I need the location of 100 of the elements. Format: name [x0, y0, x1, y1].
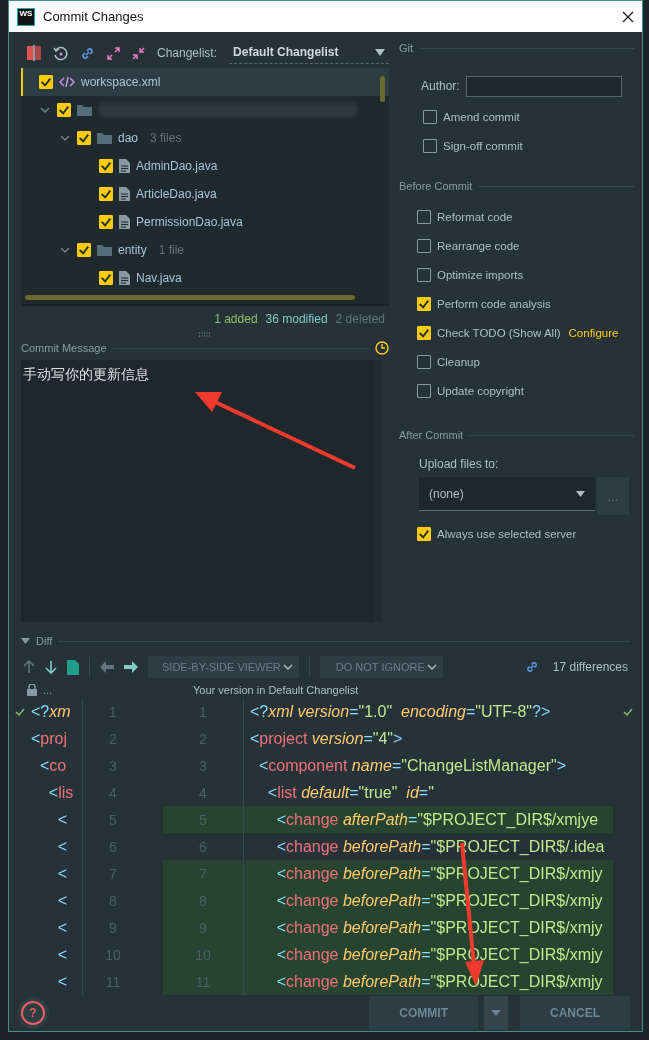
checkbox[interactable]	[417, 238, 431, 253]
checkbox[interactable]	[99, 187, 113, 201]
section-title: Git	[399, 42, 414, 54]
scrollbar[interactable]	[380, 76, 385, 102]
option-label[interactable]: Cleanup	[437, 355, 480, 368]
file-name: AdminDao.java	[136, 159, 218, 173]
document-icon	[119, 187, 130, 201]
link-icon[interactable]	[524, 660, 539, 674]
checkbox[interactable]	[417, 296, 431, 311]
option-label[interactable]: Optimize imports	[437, 268, 524, 281]
option-label[interactable]: Sign-off commit	[443, 139, 523, 152]
option-label[interactable]: Amend commit	[443, 110, 520, 123]
change-count: 2 deleted	[335, 312, 385, 328]
diff-caption: Your version in Default Changelist	[193, 684, 359, 696]
code-line: <	[56, 864, 67, 883]
file-name: entity	[118, 243, 147, 257]
file-name: dao	[118, 131, 139, 145]
checkbox[interactable]	[99, 271, 113, 285]
window-title: Commit Changes	[43, 9, 144, 24]
differences-count: 17 differences	[552, 660, 628, 674]
collapse-icon[interactable]	[132, 46, 145, 60]
author-label: Author:	[421, 79, 460, 93]
checkbox[interactable]	[77, 243, 91, 257]
diff-icon[interactable]	[27, 45, 41, 61]
file-name: Nav.java	[136, 271, 182, 285]
checkbox[interactable]	[423, 109, 437, 124]
option-label[interactable]: Perform code analysis	[437, 297, 551, 310]
scrollbar[interactable]	[25, 295, 355, 300]
commit-message-label: Commit Message	[21, 342, 107, 354]
code-line: <?xm	[31, 702, 71, 721]
file-name: workspace.xml	[81, 75, 161, 89]
caret-icon	[576, 490, 585, 497]
commit-options-button[interactable]	[484, 996, 508, 1030]
clock-icon[interactable]	[375, 341, 389, 355]
checkbox[interactable]	[39, 75, 53, 89]
up-arrow-icon[interactable]	[23, 660, 35, 674]
left-arrow-icon[interactable]	[100, 661, 114, 673]
caret-icon	[375, 48, 385, 56]
diff-title: Diff	[36, 635, 53, 647]
line-number: 9	[163, 914, 243, 941]
checkbox[interactable]	[417, 267, 431, 282]
checkbox[interactable]	[57, 103, 71, 117]
help-button[interactable]: ?	[21, 1001, 45, 1025]
option-label[interactable]: Always use selected server	[437, 527, 577, 540]
checkbox[interactable]	[99, 215, 113, 229]
changelist-dropdown[interactable]: Default Changelist	[229, 42, 389, 64]
code-line: <change beforePath="$PROJECT_DIR$/.idea	[275, 836, 606, 857]
tree-row[interactable]: workspace.xml	[21, 68, 389, 96]
down-arrow-icon[interactable]	[45, 660, 57, 674]
tree-row[interactable]: PermissionDao.java	[21, 208, 389, 236]
code-line: <	[56, 972, 67, 991]
checkbox[interactable]	[417, 383, 431, 398]
right-arrow-icon[interactable]	[124, 661, 138, 673]
option-label[interactable]: Update copyright	[437, 384, 524, 397]
collapse-arrow-icon[interactable]	[21, 638, 30, 644]
commit-message-field[interactable]: 手动写你的更新信息	[21, 360, 381, 622]
option-label[interactable]: Reformat code	[437, 210, 513, 223]
tree-row[interactable]: dao 3 files	[21, 124, 389, 152]
checkbox[interactable]	[417, 526, 431, 541]
code-line: <?xml version="1.0" encoding="UTF-8"?>	[249, 701, 552, 722]
checkbox[interactable]	[423, 138, 437, 153]
chevron-icon[interactable]	[59, 134, 71, 142]
code-line: <	[56, 837, 67, 856]
rollback-icon[interactable]	[53, 45, 68, 61]
close-icon[interactable]	[622, 10, 634, 23]
document-icon	[119, 215, 130, 229]
tree-row[interactable]: entity 1 file	[21, 236, 389, 264]
lock-icon	[27, 684, 37, 696]
check-icon	[622, 707, 633, 716]
code-line: <	[56, 945, 67, 964]
option-label[interactable]: Rearrange code	[437, 239, 520, 252]
checkbox[interactable]	[99, 159, 113, 173]
server-dropdown[interactable]: (none)	[419, 477, 595, 511]
upload-label: Upload files to:	[419, 457, 500, 471]
chevron-icon[interactable]	[59, 246, 71, 254]
option-label[interactable]: Check TODO (Show All)	[437, 326, 561, 339]
code-tag-icon	[59, 76, 75, 88]
code-line: <lis	[47, 783, 74, 802]
link-icon[interactable]	[80, 45, 95, 61]
file-icon[interactable]	[67, 659, 79, 675]
splitter-handle[interactable]	[198, 331, 212, 337]
chevron-icon[interactable]	[39, 106, 51, 114]
folder-icon	[97, 244, 112, 256]
tree-row[interactable]: Nav.java	[21, 264, 389, 292]
author-field[interactable]	[465, 75, 622, 97]
checkbox[interactable]	[417, 209, 431, 224]
code-line: <proj	[31, 729, 68, 748]
configure-link[interactable]: Configure	[568, 326, 619, 339]
code-line: <	[56, 891, 67, 910]
folder-icon	[77, 104, 92, 116]
checkbox[interactable]	[77, 131, 91, 145]
caret-icon	[426, 664, 437, 670]
checkbox[interactable]	[417, 354, 431, 369]
checkbox[interactable]	[417, 325, 431, 340]
check-icon	[15, 707, 25, 716]
tree-row[interactable]: AdminDao.java	[21, 152, 389, 180]
tree-row[interactable]: ArticleDao.java	[21, 180, 389, 208]
section-title: After Commit	[399, 429, 464, 441]
code-line: <	[56, 810, 67, 829]
expand-icon[interactable]	[107, 46, 120, 60]
